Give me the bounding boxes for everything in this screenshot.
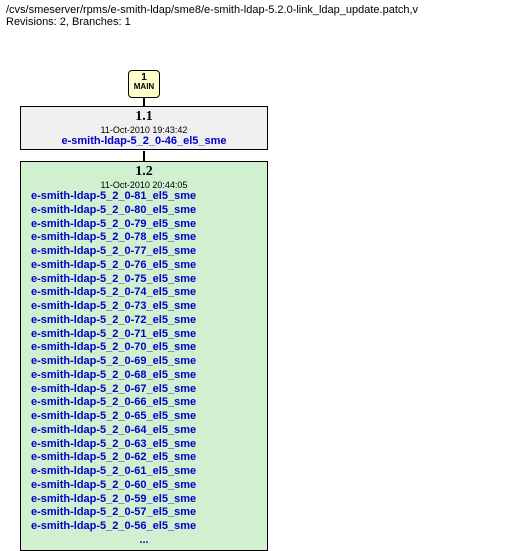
revisions-label: Revisions: 2, Branches: 1 bbox=[6, 16, 500, 28]
tag-item: e-smith-ldap-5_2_0-76_el5_sme bbox=[25, 259, 263, 273]
revision-date: 11-Oct-2010 19:43:42 bbox=[25, 125, 263, 135]
tag-item: e-smith-ldap-5_2_0-64_el5_sme bbox=[25, 424, 263, 438]
tag-item: e-smith-ldap-5_2_0-67_el5_sme bbox=[25, 383, 263, 397]
revision-node-1-2[interactable]: 1.2 11-Oct-2010 20:44:05 e-smith-ldap-5_… bbox=[20, 161, 268, 551]
tag-item: e-smith-ldap-5_2_0-70_el5_sme bbox=[25, 341, 263, 355]
tag-item: e-smith-ldap-5_2_0-68_el5_sme bbox=[25, 369, 263, 383]
revision-title: 1.2 bbox=[25, 164, 263, 180]
tag-item: e-smith-ldap-5_2_0-74_el5_sme bbox=[25, 286, 263, 300]
main-branch-node[interactable]: 1 MAIN bbox=[128, 70, 160, 98]
tag-item: e-smith-ldap-5_2_0-72_el5_sme bbox=[25, 314, 263, 328]
tag-item: e-smith-ldap-5_2_0-71_el5_sme bbox=[25, 328, 263, 342]
revision-date: 11-Oct-2010 20:44:05 bbox=[25, 180, 263, 190]
tag-item: e-smith-ldap-5_2_0-73_el5_sme bbox=[25, 300, 263, 314]
connector-line bbox=[143, 98, 145, 106]
revision-node-1-1[interactable]: 1.1 11-Oct-2010 19:43:42 e-smith-ldap-5_… bbox=[20, 106, 268, 150]
tag-item: e-smith-ldap-5_2_0-57_el5_sme bbox=[25, 506, 263, 520]
ellipsis: ... bbox=[25, 534, 263, 546]
tag-item: e-smith-ldap-5_2_0-78_el5_sme bbox=[25, 231, 263, 245]
header: /cvs/smeserver/rpms/e-smith-ldap/sme8/e-… bbox=[0, 0, 506, 32]
tag-item: e-smith-ldap-5_2_0-56_el5_sme bbox=[25, 520, 263, 534]
tag-item: e-smith-ldap-5_2_0-80_el5_sme bbox=[25, 204, 263, 218]
revision-title: 1.1 bbox=[25, 109, 263, 125]
tag-item: e-smith-ldap-5_2_0-81_el5_sme bbox=[25, 190, 263, 204]
revision-tag: e-smith-ldap-5_2_0-46_el5_sme bbox=[25, 135, 263, 147]
tag-item: e-smith-ldap-5_2_0-59_el5_sme bbox=[25, 493, 263, 507]
tag-item: e-smith-ldap-5_2_0-65_el5_sme bbox=[25, 410, 263, 424]
main-branch-label: MAIN bbox=[129, 83, 159, 92]
tag-item: e-smith-ldap-5_2_0-75_el5_sme bbox=[25, 273, 263, 287]
tag-item: e-smith-ldap-5_2_0-62_el5_sme bbox=[25, 451, 263, 465]
tag-item: e-smith-ldap-5_2_0-63_el5_sme bbox=[25, 438, 263, 452]
file-path: /cvs/smeserver/rpms/e-smith-ldap/sme8/e-… bbox=[6, 4, 500, 16]
tag-item: e-smith-ldap-5_2_0-77_el5_sme bbox=[25, 245, 263, 259]
connector-line bbox=[143, 151, 145, 161]
tag-list: e-smith-ldap-5_2_0-81_el5_smee-smith-lda… bbox=[25, 190, 263, 534]
tag-item: e-smith-ldap-5_2_0-60_el5_sme bbox=[25, 479, 263, 493]
tag-item: e-smith-ldap-5_2_0-69_el5_sme bbox=[25, 355, 263, 369]
tag-item: e-smith-ldap-5_2_0-79_el5_sme bbox=[25, 218, 263, 232]
tag-item: e-smith-ldap-5_2_0-61_el5_sme bbox=[25, 465, 263, 479]
tag-item: e-smith-ldap-5_2_0-66_el5_sme bbox=[25, 396, 263, 410]
